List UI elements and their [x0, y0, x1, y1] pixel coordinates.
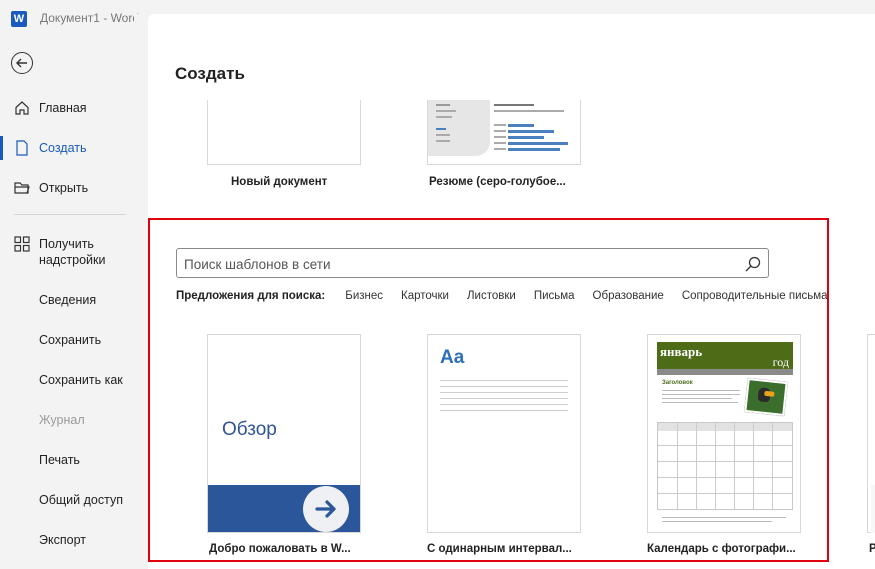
single-spaced-template-thumbnail[interactable]: Aa [427, 334, 581, 533]
suggestions-label: Предложения для поиска: [176, 290, 326, 302]
template-search-box[interactable] [176, 248, 769, 278]
folder-icon [14, 182, 30, 194]
sidebar-item-label: Сведения [39, 293, 97, 307]
thumbnail-text: Aa [440, 347, 465, 368]
sidebar-item-label: Сохранить [39, 333, 102, 347]
template-name: С одинарным интервал... [427, 543, 572, 555]
resume-thumbnail[interactable] [427, 100, 581, 165]
suggestion-education[interactable]: Образование [593, 290, 664, 302]
thumbnail-text: Обзор [222, 419, 277, 440]
sidebar-item-label: Общий доступ [39, 493, 123, 507]
calendar-photo [744, 378, 788, 416]
addins-grid-icon [14, 236, 30, 252]
calendar-month: январь [660, 344, 703, 359]
new-document-icon [16, 140, 28, 156]
sidebar-item-label: Печать [39, 453, 80, 467]
search-icon[interactable] [743, 254, 763, 274]
template-search-input[interactable] [184, 254, 734, 274]
suggestion-cards[interactable]: Карточки [401, 290, 449, 302]
template-name: Резюме (серо-голубое... [429, 176, 566, 188]
sidebar-item-label: Экспорт [39, 533, 86, 547]
arrow-right-icon [303, 486, 349, 532]
suggestion-business[interactable]: Бизнес [345, 290, 383, 302]
main-panel: Создать Новый документ Резюме (серо-голу… [134, 14, 875, 569]
template-name: Добро пожаловать в W... [209, 543, 351, 555]
sidebar-divider [14, 214, 126, 215]
sidebar-item-label: Сохранить как [39, 373, 123, 387]
backstage-sidebar: Главная Создать Открыть Получить надстро… [0, 38, 134, 569]
sidebar-item-label: Журнал [39, 413, 85, 427]
page-title: Создать [175, 64, 245, 83]
suggestion-flyers[interactable]: Листовки [467, 290, 516, 302]
template-name: Р [869, 543, 875, 555]
template-name: Новый документ [231, 176, 328, 188]
sidebar-item-label: Главная [39, 101, 87, 115]
sidebar-item-label: Создать [39, 141, 87, 155]
blank-document-thumbnail[interactable] [207, 100, 361, 165]
word-icon: W [11, 11, 27, 27]
sidebar-item-label: Открыть [39, 181, 89, 195]
welcome-template-thumbnail[interactable]: Обзор [207, 334, 361, 533]
calendar-heading: Заголовок [662, 380, 693, 386]
window-title: Документ1 - Word [40, 11, 140, 25]
calendar-year: год [772, 355, 789, 369]
home-icon [15, 101, 29, 115]
sidebar-item-label: Получить надстройки [39, 237, 106, 267]
template-name: Календарь с фотографи... [647, 543, 796, 555]
suggestion-cover-letters[interactable]: Сопроводительные письма [682, 290, 828, 302]
photo-calendar-template-thumbnail[interactable]: январь год Заголовок [647, 334, 801, 533]
partial-template-thumbnail[interactable] [867, 334, 875, 533]
back-arrow-icon[interactable] [11, 52, 33, 74]
main-content: Создать Новый документ Резюме (серо-голу… [148, 14, 875, 569]
search-suggestions: Предложения для поиска: Бизнес Карточки Лис… [176, 290, 846, 306]
suggestion-letters[interactable]: Письма [534, 290, 575, 302]
